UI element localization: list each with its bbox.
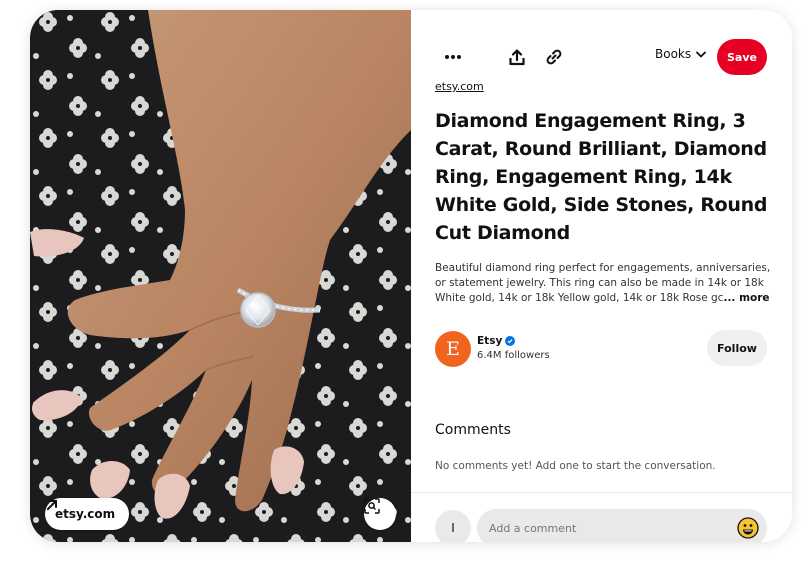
creator-name[interactable]: Etsy — [477, 335, 502, 347]
pin-title: Diamond Engagement Ring, 3 Carat, Round … — [435, 110, 768, 244]
visual-search-icon — [364, 498, 380, 514]
comment-composer: I — [435, 509, 771, 542]
divider — [411, 492, 792, 493]
verified-icon — [505, 336, 516, 346]
creator-row: E Etsy 6.4M followers Follow — [435, 330, 775, 370]
user-avatar[interactable]: I — [435, 510, 471, 542]
emoji-icon[interactable] — [737, 517, 759, 539]
image-source-label: etsy.com — [55, 507, 116, 521]
chevron-down-icon — [696, 51, 707, 57]
arrow-up-right-icon — [47, 500, 57, 510]
pin-toolbar: Books Save — [411, 39, 792, 75]
more-icon[interactable] — [437, 41, 469, 73]
pin-image[interactable]: etsy.com — [30, 10, 411, 542]
source-link[interactable]: etsy.com — [435, 80, 484, 93]
share-icon[interactable] — [501, 41, 533, 73]
pin-description-text: Beautiful diamond ring perfect for engag… — [435, 262, 771, 304]
pin-details: Books Save etsy.com Diamond Engagement R… — [411, 10, 792, 542]
follower-count: 6.4M followers — [477, 350, 550, 361]
pin-description: Beautiful diamond ring perfect for engag… — [435, 261, 771, 306]
comment-input[interactable] — [477, 509, 767, 542]
visual-search-button[interactable] — [364, 498, 396, 530]
pin-closeup-card: etsy.com Books Save etsy.com Diamond Eng… — [30, 10, 792, 542]
board-label: Books — [655, 47, 692, 61]
image-source-chip[interactable]: etsy.com — [45, 498, 130, 530]
more-link[interactable]: ... more — [723, 292, 769, 304]
creator-avatar[interactable]: E — [435, 331, 471, 367]
no-comments-message: No comments yet! Add one to start the co… — [435, 460, 716, 472]
follow-button[interactable]: Follow — [707, 330, 767, 366]
comments-heading[interactable]: Comments — [435, 422, 511, 438]
link-icon[interactable] — [538, 41, 570, 73]
creator-name-row[interactable]: Etsy — [477, 335, 516, 347]
board-selector[interactable]: Books — [655, 47, 707, 61]
save-button[interactable]: Save — [717, 39, 767, 75]
ring-hand-photo — [30, 10, 411, 542]
